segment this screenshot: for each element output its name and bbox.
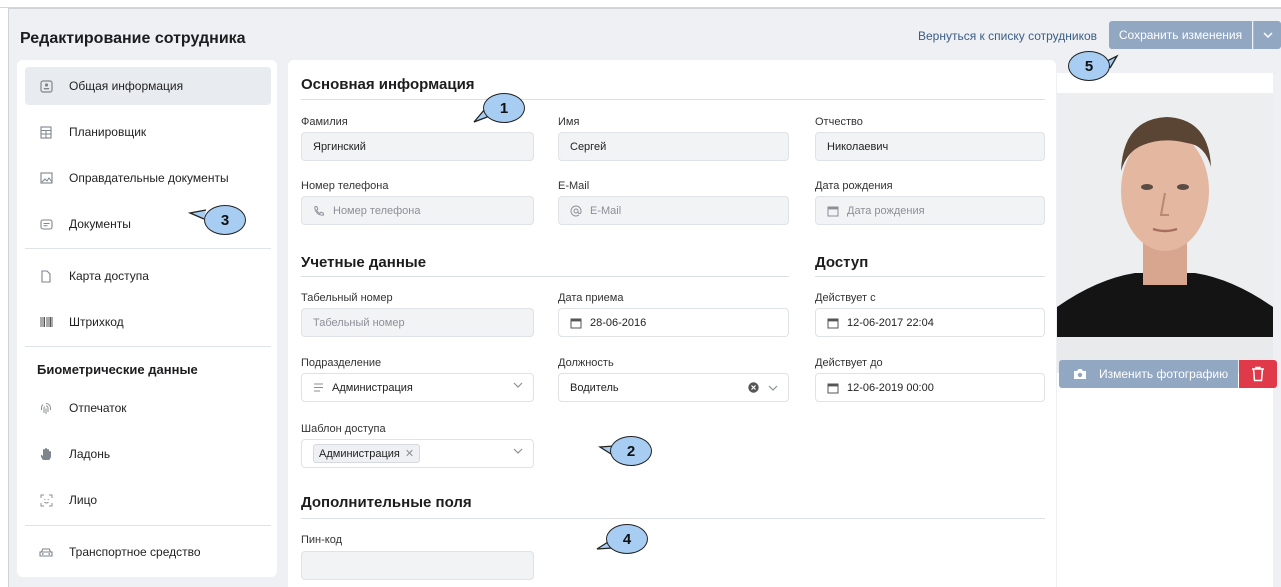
callout-2: 2	[610, 436, 652, 466]
callout-3: 3	[204, 205, 246, 235]
callout-4: 4	[606, 524, 648, 554]
callout-tails	[187, 54, 1119, 550]
callout-1: 1	[483, 93, 525, 123]
callout-5: 5	[1068, 51, 1110, 81]
